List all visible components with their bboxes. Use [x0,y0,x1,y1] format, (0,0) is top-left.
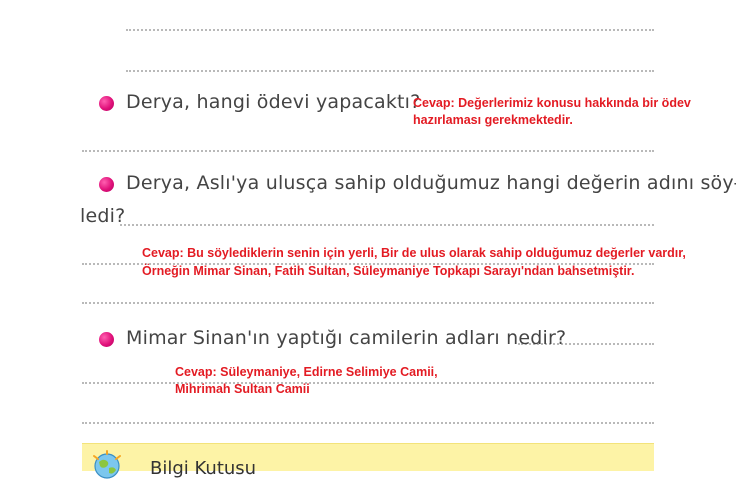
question-2-line-1: Derya, Aslı'ya ulusça sahip olduğumuz ha… [126,172,736,194]
globe-icon [93,450,121,479]
question-2-line-2: ledi? [80,205,126,227]
question-3: Mimar Sinan'ın yaptığı camilerin adları … [126,327,567,349]
info-box-title: Bilgi Kutusu [150,458,257,479]
answer-2-line-1: Cevap: Bu söylediklerin senin için yerli… [142,246,686,260]
answer-line [126,70,654,72]
question-bullet [99,96,114,111]
info-box: Bilgi Kutusu [82,443,654,479]
answer-1-line-2: hazırlaması gerekmektedir. [413,113,573,127]
answer-line [82,382,654,384]
answer-line [82,302,654,304]
question-bullet [99,332,114,347]
answer-3-line-2: Mihrimah Sultan Camii [175,382,310,396]
answer-line [120,224,654,226]
answer-line [126,29,654,31]
answer-2-line-2: Örneğin Mimar Sinan, Fatih Sultan, Süley… [142,264,635,278]
question-1: Derya, hangi ödevi yapacaktı? [126,91,421,113]
answer-3-line-1: Cevap: Süleymaniye, Edirne Selimiye Cami… [175,365,438,379]
question-bullet [99,177,114,192]
answer-line [82,150,654,152]
answer-line [82,422,654,424]
answer-1-line-1: Cevap: Değerlerimiz konusu hakkında bir … [413,96,691,110]
